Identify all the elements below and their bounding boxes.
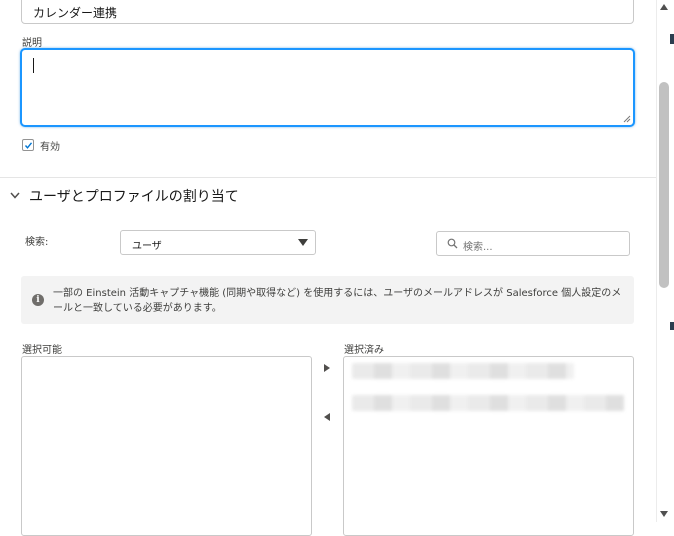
list-item[interactable] [352, 395, 624, 411]
search-placeholder: 検索... [463, 242, 493, 253]
name-input[interactable]: カレンダー連携 [21, 0, 634, 24]
selected-list-label: 選択済み [344, 345, 384, 356]
description-textarea[interactable] [21, 49, 634, 126]
text-caret [33, 58, 34, 73]
available-list[interactable] [21, 356, 312, 536]
background-edge [670, 322, 674, 330]
section-title[interactable]: ユーザとプロファイルの割り当て [29, 186, 239, 206]
dropdown-arrow-icon [298, 239, 308, 246]
info-icon: i [32, 294, 44, 306]
background-edge [670, 34, 674, 44]
move-left-icon[interactable] [324, 413, 330, 421]
info-message: i 一部の Einstein 活動キャプチャ機能 (同期や取得など) を使用する… [21, 276, 634, 324]
scroll-up-icon[interactable] [660, 4, 668, 10]
search-label: 検索: [25, 237, 49, 248]
resize-grip-icon[interactable] [623, 115, 631, 123]
search-input[interactable]: 検索... [436, 231, 630, 256]
selected-list[interactable] [343, 356, 634, 536]
info-text: 一部の Einstein 活動キャプチャ機能 (同期や取得など) を使用するには… [53, 288, 622, 314]
scrollbar-thumb[interactable] [659, 82, 669, 288]
chevron-down-icon[interactable] [8, 190, 22, 202]
scroll-down-icon[interactable] [660, 511, 668, 517]
checkmark-icon [24, 142, 33, 149]
search-type-value: ユーザ [132, 241, 162, 252]
list-item[interactable] [352, 363, 574, 379]
search-icon [447, 238, 458, 249]
active-label: 有効 [40, 142, 60, 153]
available-list-label: 選択可能 [22, 345, 62, 356]
active-checkbox[interactable] [22, 139, 34, 151]
search-type-select[interactable]: ユーザ [120, 230, 316, 255]
section-divider [0, 177, 656, 178]
description-label: 説明 [22, 38, 42, 49]
move-right-icon[interactable] [324, 364, 330, 372]
